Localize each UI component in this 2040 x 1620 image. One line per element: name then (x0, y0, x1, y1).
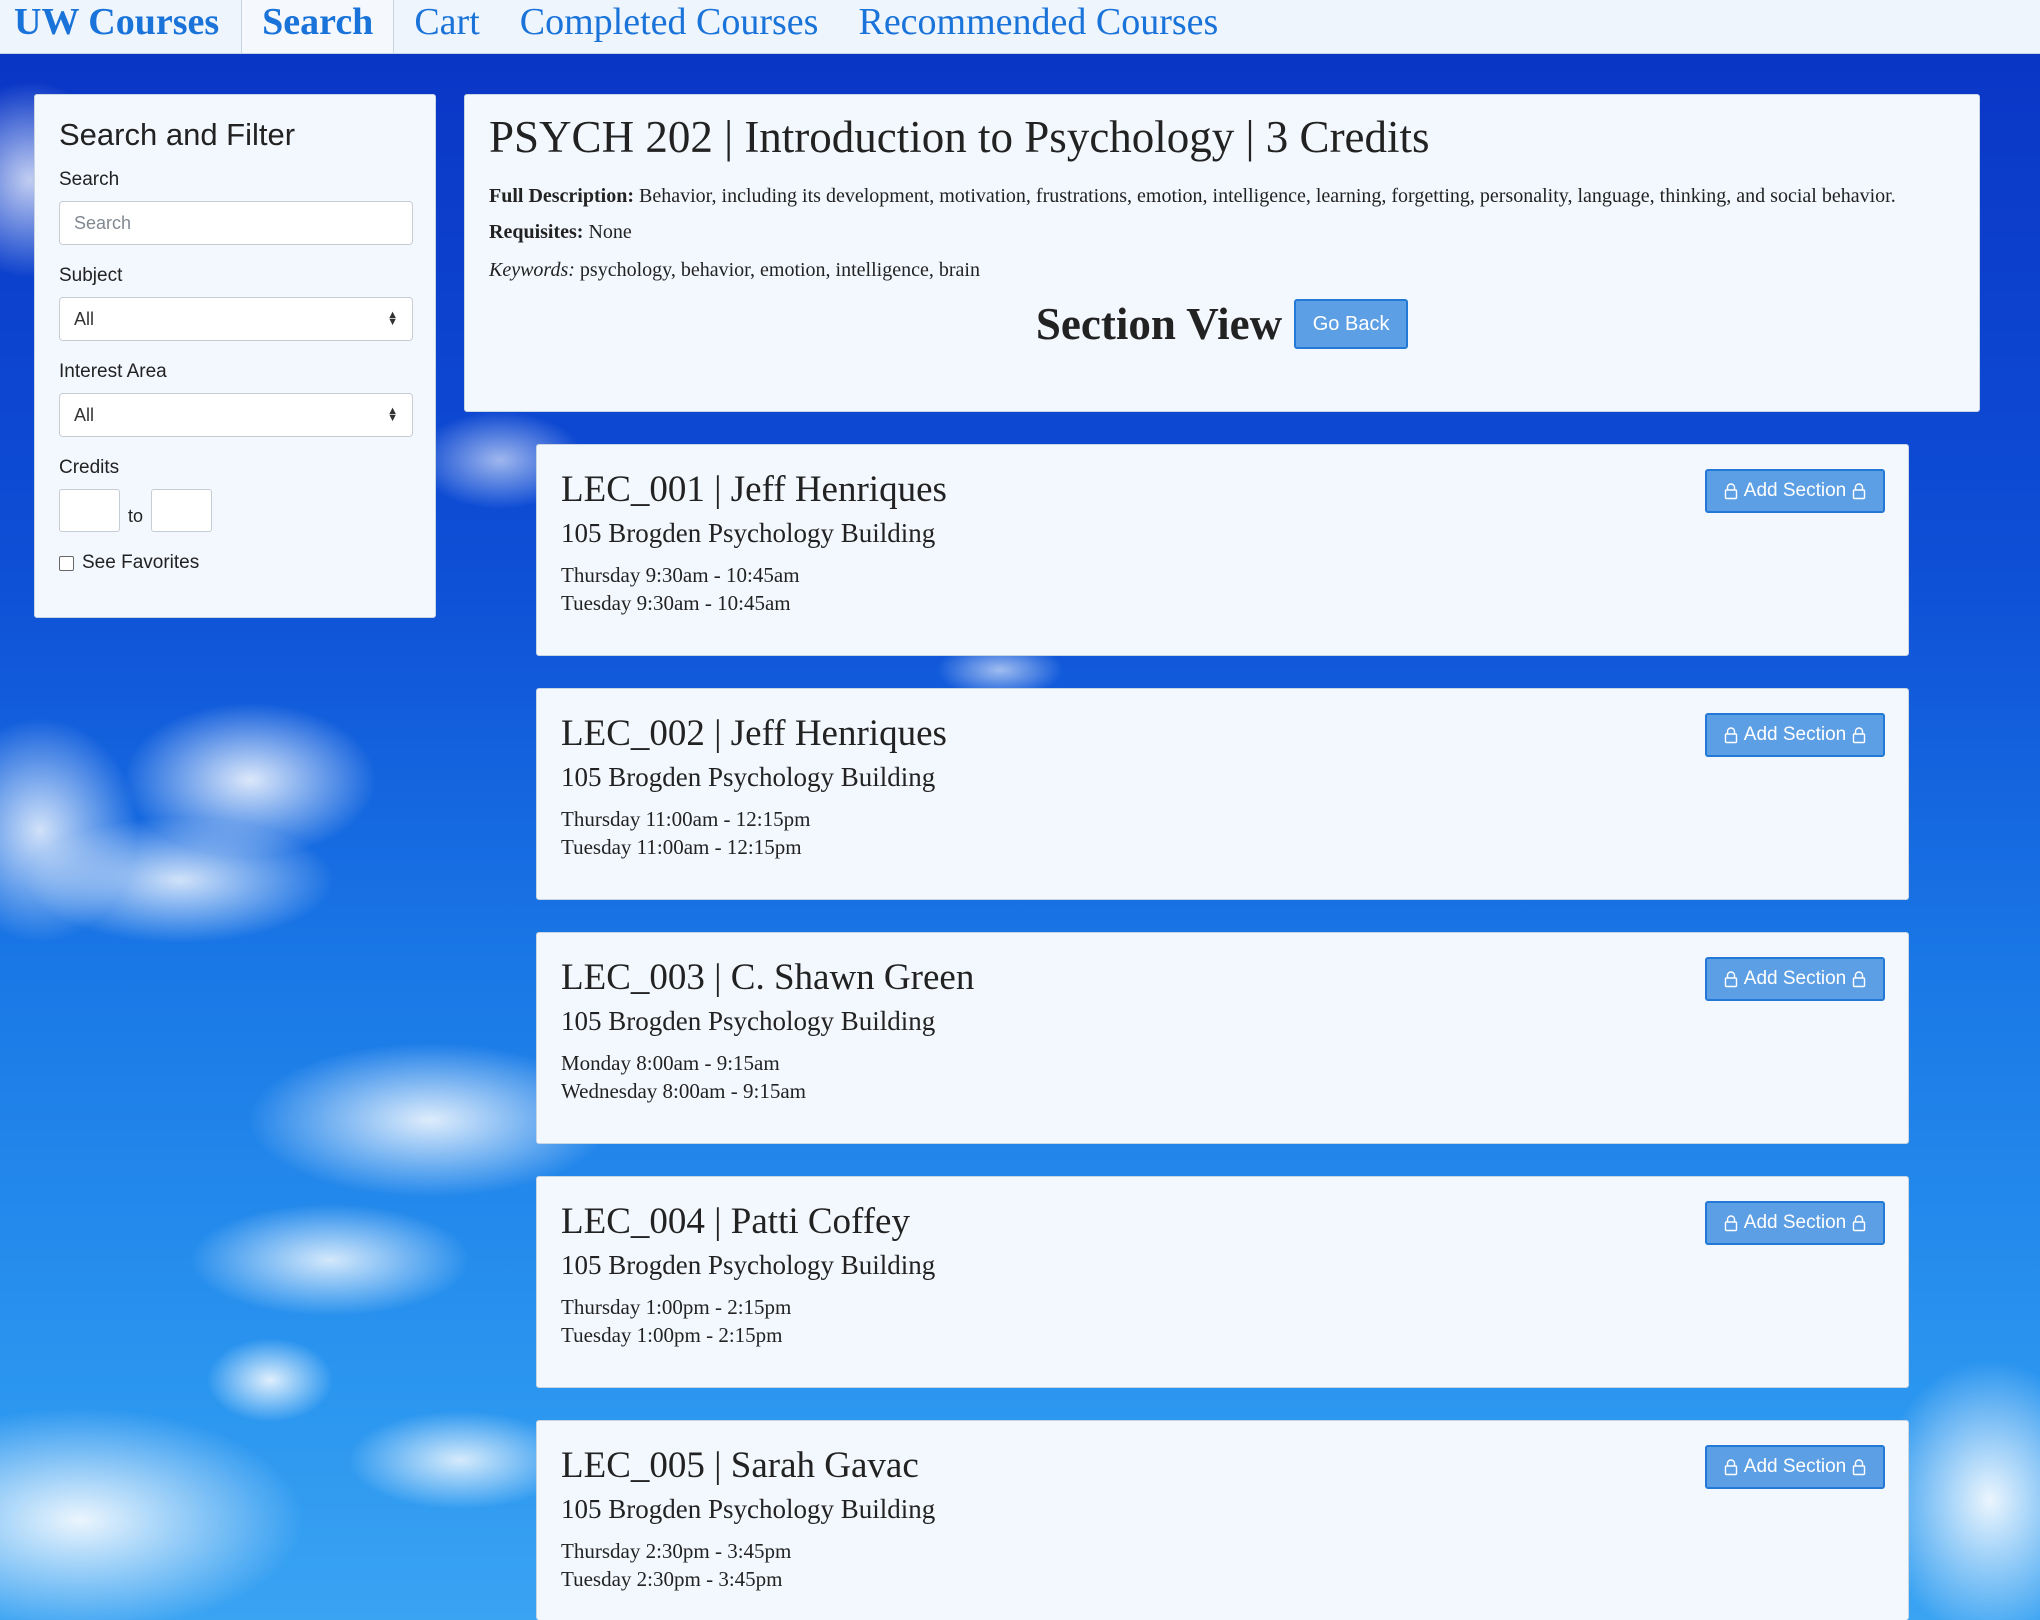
filter-panel-title: Search and Filter (59, 117, 296, 152)
keywords-text: psychology, behavior, emotion, intellige… (579, 259, 980, 281)
section-time: Tuesday 11:00am - 12:15pm (561, 835, 802, 859)
lock-icon (1724, 970, 1737, 987)
interest-area-select[interactable]: All ▲ ▼ (59, 393, 413, 437)
add-section-label: Add Section (1743, 1456, 1847, 1477)
credits-to-label: to (128, 506, 144, 526)
keywords-label: Keywords: (489, 259, 575, 281)
subject-select[interactable]: All ▲ ▼ (59, 297, 413, 341)
credits-range: to (59, 489, 411, 532)
select-arrows-icon: ▲ ▼ (387, 405, 398, 424)
top-navbar: UW Courses Search Cart Completed Courses… (0, 0, 2040, 54)
search-filter-panel: Search and Filter Search Subject All ▲▼ … (34, 94, 436, 618)
see-favorites-row: See Favorites (59, 552, 411, 574)
section-location: 105 Brogden Psychology Building (561, 1006, 936, 1036)
section-time: Thursday 11:00am - 12:15pm (561, 807, 811, 831)
lock-icon (1853, 1458, 1866, 1475)
section-location: 105 Brogden Psychology Building (561, 762, 936, 792)
section-card: LEC_002 | Jeff Henriques 105 Brogden Psy… (536, 688, 1909, 900)
course-title: PSYCH 202 | Introduction to Psychology |… (489, 112, 1430, 162)
section-time: Thursday 2:30pm - 3:45pm (561, 1539, 792, 1563)
section-title: LEC_002 | Jeff Henriques (561, 713, 947, 754)
subject-select-value: All (74, 308, 95, 329)
lock-icon (1853, 482, 1866, 499)
add-section-button[interactable]: Add Section (1705, 957, 1885, 1001)
requisites-text: None (588, 221, 632, 243)
section-card: LEC_004 | Patti Coffey 105 Brogden Psych… (536, 1176, 1909, 1388)
section-title: LEC_004 | Patti Coffey (561, 1201, 910, 1242)
credits-min-input[interactable] (59, 489, 120, 532)
section-time: Monday 8:00am - 9:15am (561, 1051, 780, 1075)
credits-label: Credits (59, 457, 120, 478)
search-label: Search (59, 169, 120, 190)
section-time: Wednesday 8:00am - 9:15am (561, 1079, 806, 1103)
add-section-button[interactable]: Add Section (1705, 1445, 1885, 1489)
section-time: Thursday 1:00pm - 2:15pm (561, 1295, 792, 1319)
lock-icon (1724, 1458, 1737, 1475)
add-section-button[interactable]: Add Section (1705, 713, 1885, 757)
section-time: Tuesday 1:00pm - 2:15pm (561, 1323, 783, 1347)
lock-icon (1724, 1214, 1737, 1231)
see-favorites-checkbox[interactable] (59, 555, 74, 571)
nav-tab-search[interactable]: Search (241, 0, 395, 53)
course-requisites: Requisites: None (489, 218, 1955, 246)
section-card: LEC_001 | Jeff Henriques 105 Brogden Psy… (536, 444, 1909, 656)
course-description: Full Description: Behavior, including it… (489, 182, 1955, 210)
subject-label: Subject (59, 265, 123, 286)
section-view-title: Section View (1035, 299, 1283, 349)
add-section-label: Add Section (1743, 968, 1847, 989)
section-title: LEC_003 | C. Shawn Green (561, 957, 975, 998)
course-keywords: Keywords: psychology, behavior, emotion,… (489, 256, 1955, 284)
lock-icon (1724, 726, 1737, 743)
section-title: LEC_005 | Sarah Gavac (561, 1445, 919, 1486)
section-location: 105 Brogden Psychology Building (561, 1494, 936, 1524)
go-back-button[interactable]: Go Back (1294, 299, 1409, 349)
interest-area-select-value: All (74, 404, 95, 425)
search-input[interactable] (59, 201, 413, 245)
lock-icon (1853, 1214, 1866, 1231)
nav-tab-cart[interactable]: Cart (394, 0, 499, 53)
section-title: LEC_001 | Jeff Henriques (561, 469, 947, 510)
interest-area-label: Interest Area (59, 361, 167, 382)
section-location: 105 Brogden Psychology Building (561, 1250, 936, 1280)
section-location: 105 Brogden Psychology Building (561, 518, 936, 548)
nav-brand[interactable]: UW Courses (0, 0, 241, 53)
section-time: Tuesday 9:30am - 10:45am (561, 591, 791, 615)
section-card: LEC_003 | C. Shawn Green 105 Brogden Psy… (536, 932, 1909, 1144)
nav-tab-completed-courses[interactable]: Completed Courses (500, 0, 839, 53)
section-card: LEC_005 | Sarah Gavac 105 Brogden Psycho… (536, 1420, 1909, 1620)
section-time: Tuesday 2:30pm - 3:45pm (561, 1567, 783, 1591)
nav-tab-recommended-courses[interactable]: Recommended Courses (838, 0, 1238, 53)
add-section-button[interactable]: Add Section (1705, 469, 1885, 513)
add-section-label: Add Section (1743, 724, 1847, 745)
description-label: Full Description: (489, 185, 634, 207)
lock-icon (1724, 482, 1737, 499)
add-section-button[interactable]: Add Section (1705, 1201, 1885, 1245)
lock-icon (1853, 970, 1866, 987)
lock-icon (1853, 726, 1866, 743)
requisites-label: Requisites: (489, 221, 584, 243)
select-arrows-icon: ▲ ▼ (387, 309, 398, 328)
section-view-header: Section View Go Back (489, 298, 1955, 350)
add-section-label: Add Section (1743, 1212, 1847, 1233)
credits-max-input[interactable] (151, 489, 213, 532)
add-section-label: Add Section (1743, 480, 1847, 501)
see-favorites-label[interactable]: See Favorites (82, 552, 199, 574)
section-time: Thursday 9:30am - 10:45am (561, 563, 800, 587)
description-text: Behavior, including its development, mot… (639, 185, 1896, 207)
course-detail-card: PSYCH 202 | Introduction to Psychology |… (464, 94, 1980, 412)
